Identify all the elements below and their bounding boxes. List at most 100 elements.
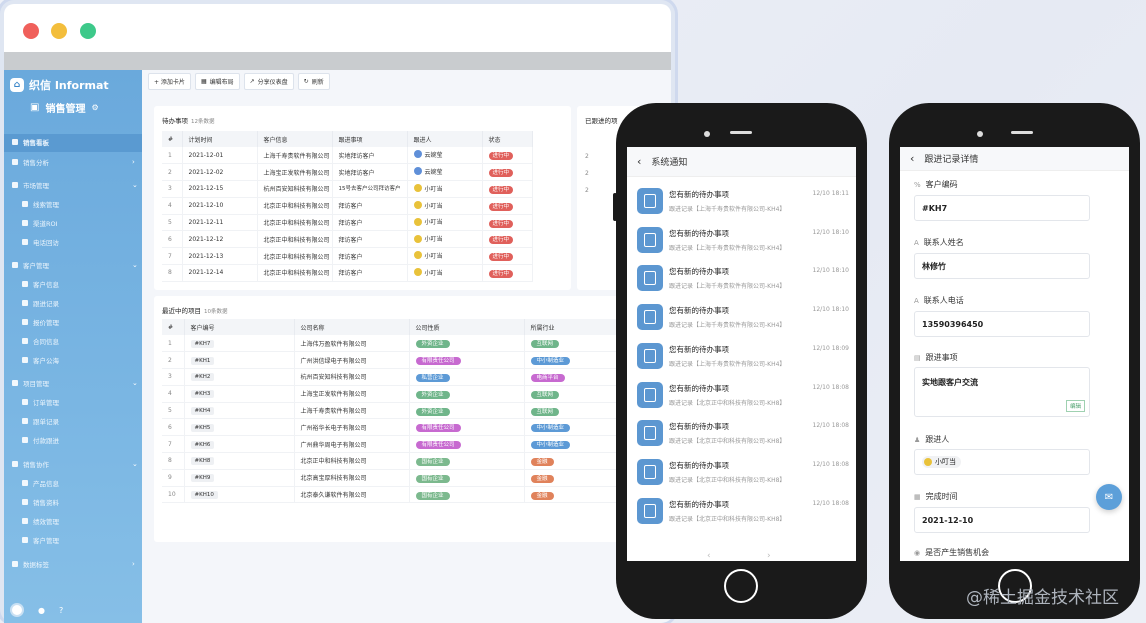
notification-item[interactable]: 您有新的待办事项 跟进记录【上海千寿贵软件有限公司-KH4】 12/10 18:10 [637, 224, 849, 258]
edit-layout-button[interactable]: ▦ 编辑布局 [194, 73, 240, 90]
column-header[interactable]: 跟进人 [407, 131, 483, 147]
sidebar-item[interactable]: 产品信息 [22, 475, 59, 491]
back-icon[interactable]: ‹ [637, 155, 641, 168]
code-field[interactable]: #KH7 [914, 195, 1090, 221]
column-header[interactable]: 客户编号 [184, 319, 295, 335]
home-button[interactable] [724, 569, 758, 603]
table-row[interactable]: 8 2021-12-14 北京正中和科技有限公司 拜访客户 小叮当 进行中 [162, 264, 533, 282]
table-row[interactable]: 3 2021-12-15 杭州百安知科技有限公司 15号去客户公司拜访客户 小叮当 进行中 [162, 180, 533, 198]
person-label-text: 跟进人 [925, 435, 950, 444]
sidebar-item[interactable]: 客户管理 ⌄ [12, 257, 138, 273]
maximize-dot[interactable] [80, 23, 96, 39]
pager-next-icon[interactable]: › [767, 551, 771, 561]
sidebar-item[interactable]: 销售协作 ⌄ [12, 456, 138, 472]
notification-item[interactable]: 您有新的待办事项 跟进记录【北京正中和科技有限公司-KH8】 12/10 18:08 [637, 417, 849, 451]
share-button[interactable]: ↗ 分享仪表盘 [243, 73, 294, 90]
chevron-down-icon[interactable]: ⌄ [132, 379, 138, 387]
add-card-button[interactable]: + 添加卡片 [148, 73, 191, 90]
column-header[interactable]: 所属行业 [524, 319, 620, 335]
notification-item[interactable]: 您有新的待办事项 跟进记录【北京正中和科技有限公司-KH8】 12/10 18:08 [637, 495, 849, 529]
table-cell: 2021-12-11 [182, 214, 258, 232]
column-header[interactable]: # [162, 319, 185, 335]
table-row[interactable]: 8 #KH8 北京正中和科技有限公司 国有企业 金融 [162, 452, 620, 470]
table-row[interactable]: 6 2021-12-12 北京正中和科技有限公司 拜访客户 小叮当 进行中 [162, 230, 533, 249]
sidebar-item[interactable]: 销售资料 [22, 494, 59, 510]
person-chip[interactable]: 小叮当 [922, 456, 961, 468]
close-dot[interactable] [23, 23, 39, 39]
done-field[interactable]: 2021-12-10 [914, 507, 1090, 533]
sidebar-item[interactable]: 报价管理 [22, 314, 59, 330]
phone-field[interactable]: 13590396450 [914, 311, 1090, 337]
sidebar-item[interactable]: 数据标签 › [12, 556, 135, 572]
table-row[interactable]: 6 #KH5 广州裕华长电子有限公司 有限责任公司 中小制造业 [162, 418, 620, 437]
notification-item[interactable]: 您有新的待办事项 跟进记录【上海千寿贵软件有限公司-KH4】 12/10 18:10 [637, 301, 849, 335]
bell-icon[interactable]: ● [38, 606, 45, 615]
sidebar-item[interactable]: 项目管理 ⌄ [12, 375, 138, 391]
person-field[interactable]: 小叮当 [914, 449, 1090, 475]
sidebar-item[interactable]: 客户信息 [22, 276, 59, 292]
column-header[interactable]: # [162, 131, 183, 147]
column-header[interactable]: 公司名称 [294, 319, 410, 335]
pager-prev-icon[interactable]: ‹ [707, 551, 711, 561]
column-header[interactable]: 跟进事项 [332, 131, 408, 147]
sidebar-item[interactable]: 电话回访 [22, 234, 59, 250]
table-cell: 6 [162, 230, 183, 249]
refresh-button[interactable]: ↻ 刷新 [297, 73, 330, 90]
person-chip: 云婉莹 [413, 167, 443, 176]
sidebar-item[interactable]: 客户公海 [22, 352, 59, 368]
column-header[interactable]: 计划时间 [182, 131, 258, 147]
project-title[interactable]: ▣ 销售管理 ⚙ [30, 100, 99, 115]
avatar[interactable] [10, 603, 24, 617]
chevron-right-icon[interactable]: › [132, 560, 135, 568]
chat-fab-button[interactable]: ✉ [1096, 484, 1122, 510]
sidebar-item[interactable]: 付款跟进 [22, 432, 59, 448]
chevron-down-icon[interactable]: ⌄ [132, 460, 138, 468]
sidebar-item[interactable]: 销售分析 › [12, 154, 135, 170]
help-icon[interactable]: ? [59, 606, 63, 615]
table-row[interactable]: 3 #KH2 杭州百安知科技有限公司 私营企业 电商平台 [162, 368, 620, 386]
name-field[interactable]: 林修竹 [914, 253, 1090, 279]
edit-button[interactable]: 编辑 [1065, 400, 1085, 412]
table-row[interactable]: 5 #KH4 上海千寿贵软件有限公司 外资企业 互联网 [162, 402, 620, 420]
industry-tag: 电商平台 [530, 373, 565, 382]
settings-icon[interactable]: ⚙ [91, 103, 98, 112]
sidebar-item[interactable]: 合同信息 [22, 333, 59, 349]
table-row[interactable]: 7 #KH6 广州鼎华周电子有限公司 有限责任公司 中小制造业 [162, 435, 620, 454]
column-header[interactable]: 公司性质 [409, 319, 525, 335]
notification-item[interactable]: 您有新的待办事项 跟进记录【上海千寿贵软件有限公司-KH4】 12/10 18:11 [637, 185, 849, 219]
column-header[interactable]: 客户信息 [257, 131, 333, 147]
table-cell: 实地拜访客户 [332, 163, 408, 182]
table-row[interactable]: 7 2021-12-13 北京正中和科技有限公司 拜访客户 小叮当 进行中 [162, 247, 533, 266]
column-header[interactable]: 状态 [482, 131, 533, 147]
table-row[interactable]: 5 2021-12-11 北京正中和科技有限公司 拜访客户 小叮当 进行中 [162, 214, 533, 232]
table-row[interactable]: 2 #KH1 广州洪信绿电子有限公司 有限责任公司 中小制造业 [162, 351, 620, 370]
table-row[interactable]: 1 #KH7 上海伟万盈软件有限公司 外资企业 互联网 [162, 335, 620, 353]
notification-icon [637, 304, 663, 331]
sidebar-item[interactable]: 绩效管理 [22, 513, 59, 529]
table-row[interactable]: 10 #KH10 北京泰久谦软件有限公司 国有企业 金融 [162, 486, 620, 504]
sidebar-item[interactable]: 跟单记录 [22, 413, 59, 429]
sidebar-item[interactable]: 客户管理 [22, 532, 59, 548]
notification-item[interactable]: 您有新的待办事项 跟进记录【上海千寿贵软件有限公司-KH4】 12/10 18:09 [637, 340, 849, 374]
sidebar-item[interactable]: 销售看板 [12, 134, 49, 150]
chevron-down-icon[interactable]: ⌄ [132, 181, 138, 189]
notification-item[interactable]: 您有新的待办事项 跟进记录【上海千寿贵软件有限公司-KH4】 12/10 18:10 [637, 262, 849, 296]
table-row[interactable]: 4 #KH3 上海宝正发软件有限公司 外资企业 互联网 [162, 385, 620, 403]
sidebar-item[interactable]: 线索管理 [22, 196, 59, 212]
chevron-right-icon[interactable]: › [132, 158, 135, 166]
item-field[interactable]: 实地跟客户交流 编辑 [914, 367, 1090, 417]
notification-item[interactable]: 您有新的待办事项 跟进记录【北京正中和科技有限公司-KH8】 12/10 18:08 [637, 456, 849, 490]
notification-subtitle: 跟进记录【北京正中和科技有限公司-KH8】 [669, 399, 786, 407]
sidebar-item[interactable]: 市场管理 ⌄ [12, 177, 138, 193]
sidebar-item[interactable]: 渠道ROI [22, 215, 58, 231]
back-icon[interactable]: ‹ [910, 152, 914, 165]
chevron-down-icon[interactable]: ⌄ [132, 261, 138, 269]
minimize-dot[interactable] [51, 23, 67, 39]
table-row[interactable]: 1 2021-12-01 上海千寿贵软件有限公司 实地拜访客户 云婉莹 进行中 [162, 147, 533, 165]
notification-item[interactable]: 您有新的待办事项 跟进记录【北京正中和科技有限公司-KH8】 12/10 18:08 [637, 379, 849, 413]
table-row[interactable]: 9 #KH9 北京高宝厚科技有限公司 国有企业 金融 [162, 469, 620, 487]
table-row[interactable]: 4 2021-12-10 北京正中和科技有限公司 拜访客户 小叮当 进行中 [162, 197, 533, 215]
sidebar-item[interactable]: 订单管理 [22, 394, 59, 410]
sidebar-item[interactable]: 跟进记录 [22, 295, 59, 311]
table-row[interactable]: 2 2021-12-02 上海宝正发软件有限公司 实地拜访客户 云婉莹 进行中 [162, 163, 533, 182]
